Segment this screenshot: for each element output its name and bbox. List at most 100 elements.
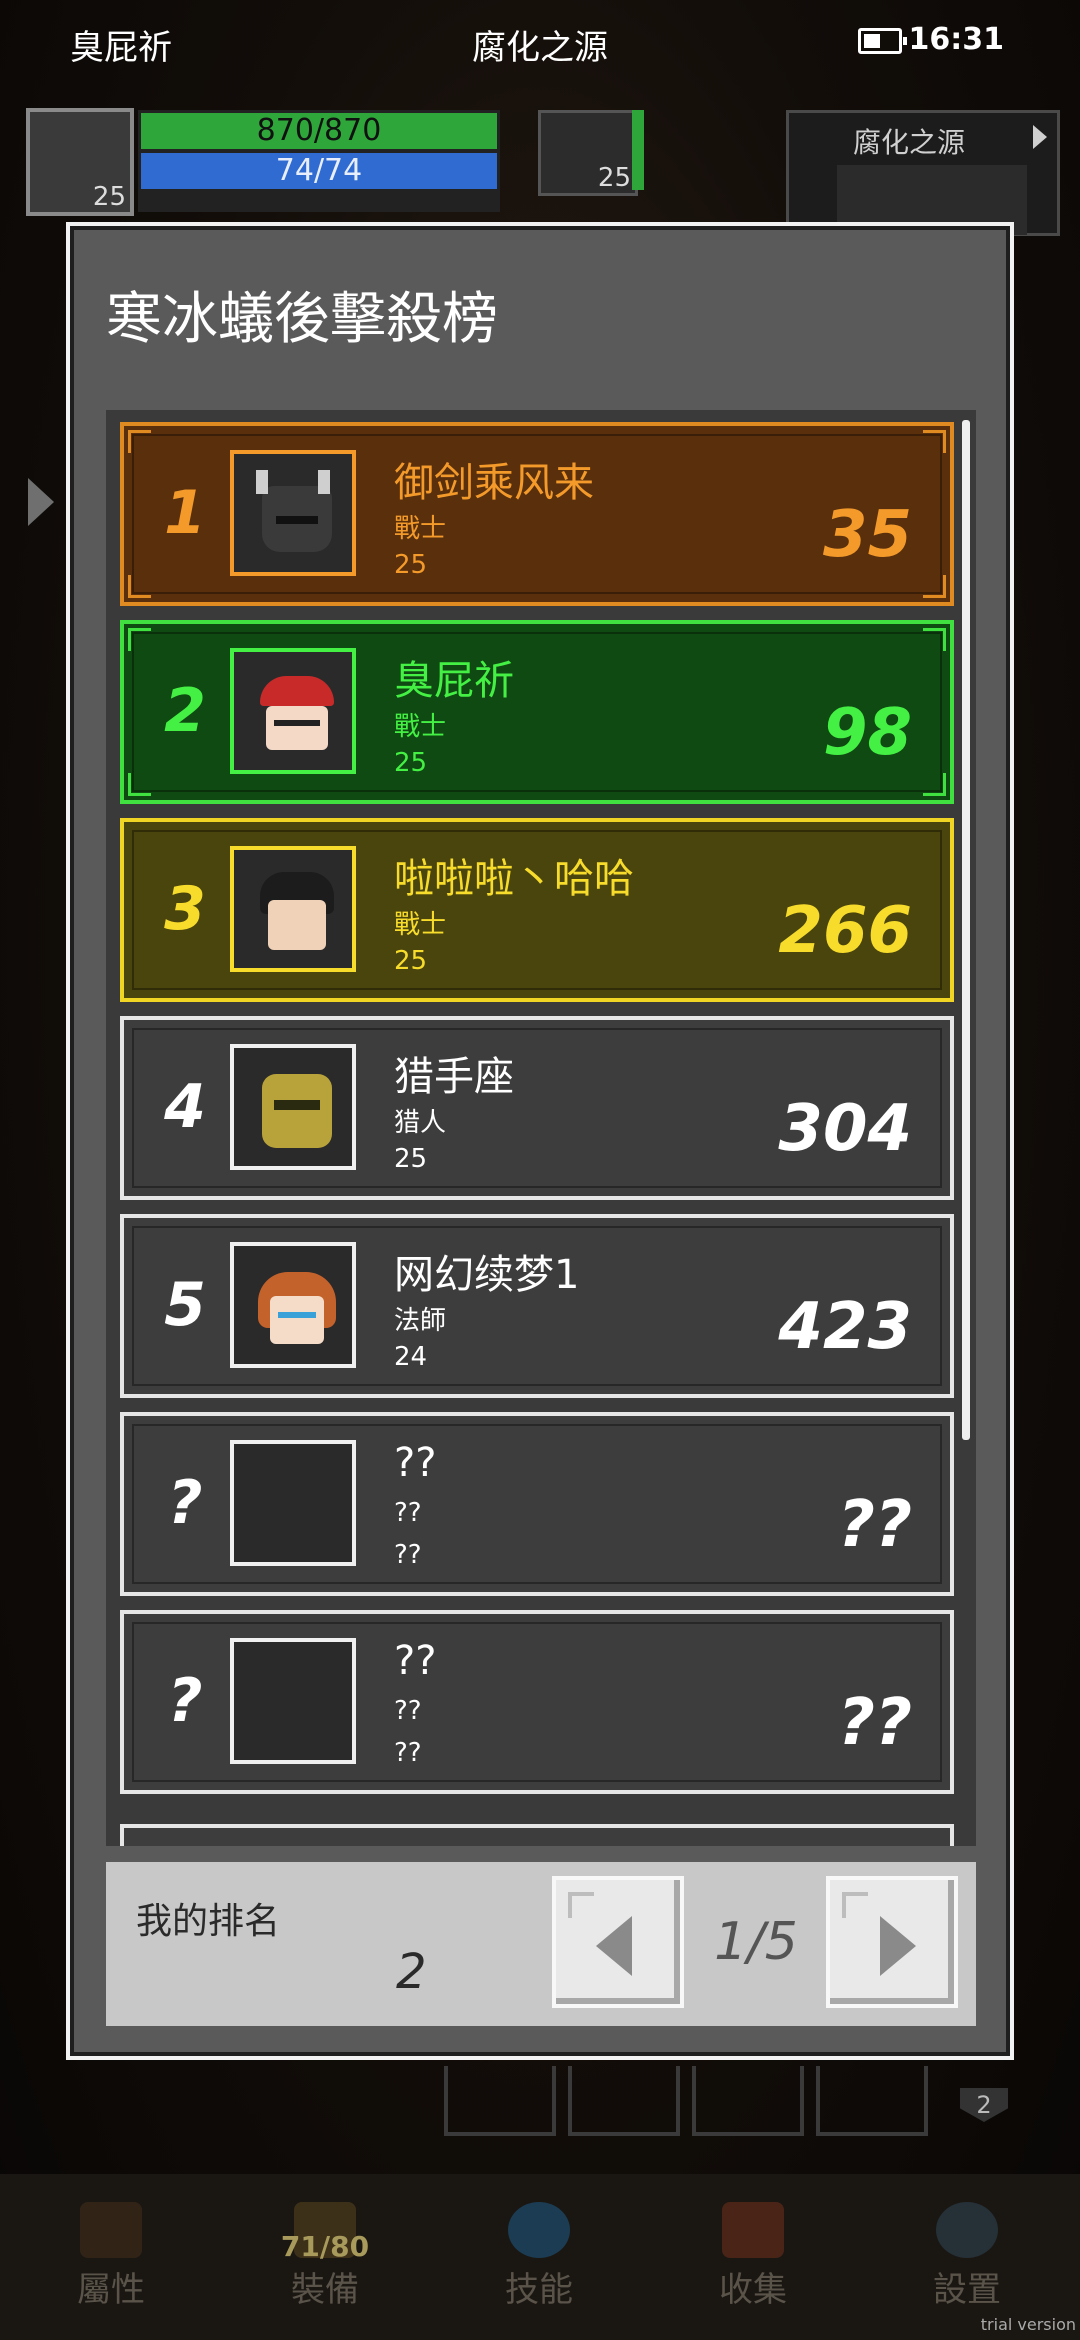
nav-settings[interactable]: 設置 (882, 2202, 1052, 2311)
player-level: ?? (394, 1738, 422, 1768)
leaderboard-row[interactable]: ? ?? ?? ?? ?? (120, 1412, 954, 1596)
nav-label: 收集 (719, 2270, 787, 2310)
ornament-icon (923, 430, 946, 453)
xp-bar (138, 192, 500, 212)
minimap-title: 腐化之源 (852, 126, 965, 159)
nav-equipment[interactable]: 71/80 裝備 (240, 2202, 410, 2311)
ornament-icon (128, 430, 151, 453)
leaderboard-row[interactable]: 2 臭屁祈 戰士 25 98 (120, 620, 954, 804)
ornament-icon (923, 773, 946, 796)
scrollbar[interactable] (962, 420, 970, 1440)
player-level: 25 (394, 1144, 428, 1174)
empty-avatar-icon (230, 1440, 356, 1566)
player-class: 法師 (394, 1306, 447, 1336)
player-level: 25 (92, 182, 126, 212)
next-page-button[interactable] (826, 1876, 958, 2008)
chevron-right-icon (1033, 125, 1047, 149)
nav-skills[interactable]: 技能 (454, 2202, 624, 2311)
quick-slot[interactable] (444, 2066, 556, 2136)
player-level: 25 (394, 748, 428, 778)
kill-score: ?? (837, 1488, 912, 1562)
ornament-icon (128, 773, 151, 796)
rank-number: 5 (164, 1270, 206, 1340)
equipment-count: 71/80 (280, 2230, 370, 2263)
leaderboard-row[interactable]: ? ?? ?? ?? ?? (120, 1610, 954, 1794)
ornament-icon (842, 1892, 868, 1918)
quick-slot[interactable] (568, 2066, 680, 2136)
pet-hp-bar (632, 110, 644, 190)
ornament-icon (923, 628, 946, 651)
pet-level: 25 (597, 163, 631, 193)
hp-bar: 870/870 (138, 110, 500, 152)
player-level: ?? (394, 1540, 422, 1570)
player-class: ?? (394, 1498, 422, 1528)
bottom-nav: 屬性 71/80 裝備 技能 收集 設置 trial version (0, 2174, 1080, 2340)
player-avatar[interactable]: 25 (26, 108, 134, 216)
ornament-icon (923, 575, 946, 598)
nav-label: 技能 (505, 2270, 573, 2310)
pet-avatar[interactable]: 25 (538, 110, 638, 196)
nav-collection[interactable]: 收集 (668, 2202, 838, 2311)
kill-score: 423 (778, 1290, 912, 1364)
leaderboard-row[interactable]: 5 网幻续梦1 法師 24 423 (120, 1214, 954, 1398)
leaderboard-list[interactable]: 1 御剑乘风来 戰士 25 35 2 臭屁祈 戰士 25 98 3 啦啦啦丶哈哈… (106, 410, 976, 1846)
empty-avatar-icon (230, 1638, 356, 1764)
rank-number: ? (167, 1468, 203, 1538)
kill-score: 98 (822, 696, 912, 770)
player-level: 25 (394, 550, 428, 580)
leaderboard-row[interactable]: 1 御剑乘风来 戰士 25 35 (120, 422, 954, 606)
status-bar: 臭屁祈 腐化之源 16:31 (0, 0, 1080, 90)
quick-slot[interactable] (692, 2066, 804, 2136)
player-class: 戰士 (394, 910, 447, 940)
player-name: 网幻续梦1 (394, 1252, 580, 1298)
nav-attributes[interactable]: 屬性 (26, 2202, 196, 2311)
mp-bar: 74/74 (138, 150, 500, 192)
player-class: 戰士 (394, 514, 447, 544)
player-avatar-icon (230, 846, 356, 972)
rank-number: 2 (164, 676, 206, 746)
player-avatar-icon (230, 450, 356, 576)
nav-label: 裝備 (291, 2270, 359, 2310)
arrow-right-icon (880, 1916, 916, 1976)
player-name: 猎手座 (394, 1054, 514, 1100)
player-class: ?? (394, 1696, 422, 1726)
my-rank-label: 我的排名 (136, 1901, 281, 1942)
battery-icon (858, 28, 907, 54)
player-class: 戰士 (394, 712, 447, 742)
my-rank-value: 2 (396, 1944, 427, 2000)
side-panel-arrow-icon[interactable] (28, 478, 54, 526)
kill-score: 304 (778, 1092, 912, 1166)
rank-number: 1 (164, 478, 206, 548)
player-avatar-icon (230, 1044, 356, 1170)
arrow-left-icon (596, 1916, 632, 1976)
ornament-icon (128, 575, 151, 598)
ornament-icon (128, 628, 151, 651)
modal-title: 寒冰蟻後擊殺榜 (106, 287, 498, 352)
page-indicator: 1/5 (714, 1912, 798, 1972)
kill-score: 266 (778, 894, 912, 968)
rank-number: 4 (164, 1072, 206, 1142)
rank-number: 3 (164, 874, 206, 944)
kill-score: ?? (837, 1686, 912, 1760)
leaderboard-footer: 我的排名 2 1/5 (106, 1862, 976, 2026)
rank-number: ? (167, 1666, 203, 1736)
prev-page-button[interactable] (552, 1876, 684, 2008)
player-class: 猎人 (394, 1108, 447, 1138)
player-name: ?? (394, 1638, 437, 1684)
player-name: ?? (394, 1440, 437, 1486)
nav-label: 屬性 (77, 2270, 145, 2310)
minimap[interactable]: 腐化之源 (786, 110, 1060, 236)
leaderboard-row[interactable]: 4 猎手座 猎人 25 304 (120, 1016, 954, 1200)
leaderboard-modal: 寒冰蟻後擊殺榜 1 御剑乘风来 戰士 25 35 2 臭屁祈 戰士 25 98 … (66, 222, 1014, 2060)
watermark: trial version (980, 2315, 1076, 2334)
player-level: 25 (394, 946, 428, 976)
book-icon (722, 2202, 784, 2258)
player-avatar-icon (230, 648, 356, 774)
nav-label: 設置 (933, 2270, 1001, 2310)
skill-orb-icon (508, 2202, 570, 2258)
gear-icon (936, 2202, 998, 2258)
quick-slot[interactable] (816, 2066, 928, 2136)
leaderboard-row[interactable]: 3 啦啦啦丶哈哈 戰士 25 266 (120, 818, 954, 1002)
player-avatar-icon (230, 1242, 356, 1368)
kill-score: 35 (822, 498, 912, 572)
